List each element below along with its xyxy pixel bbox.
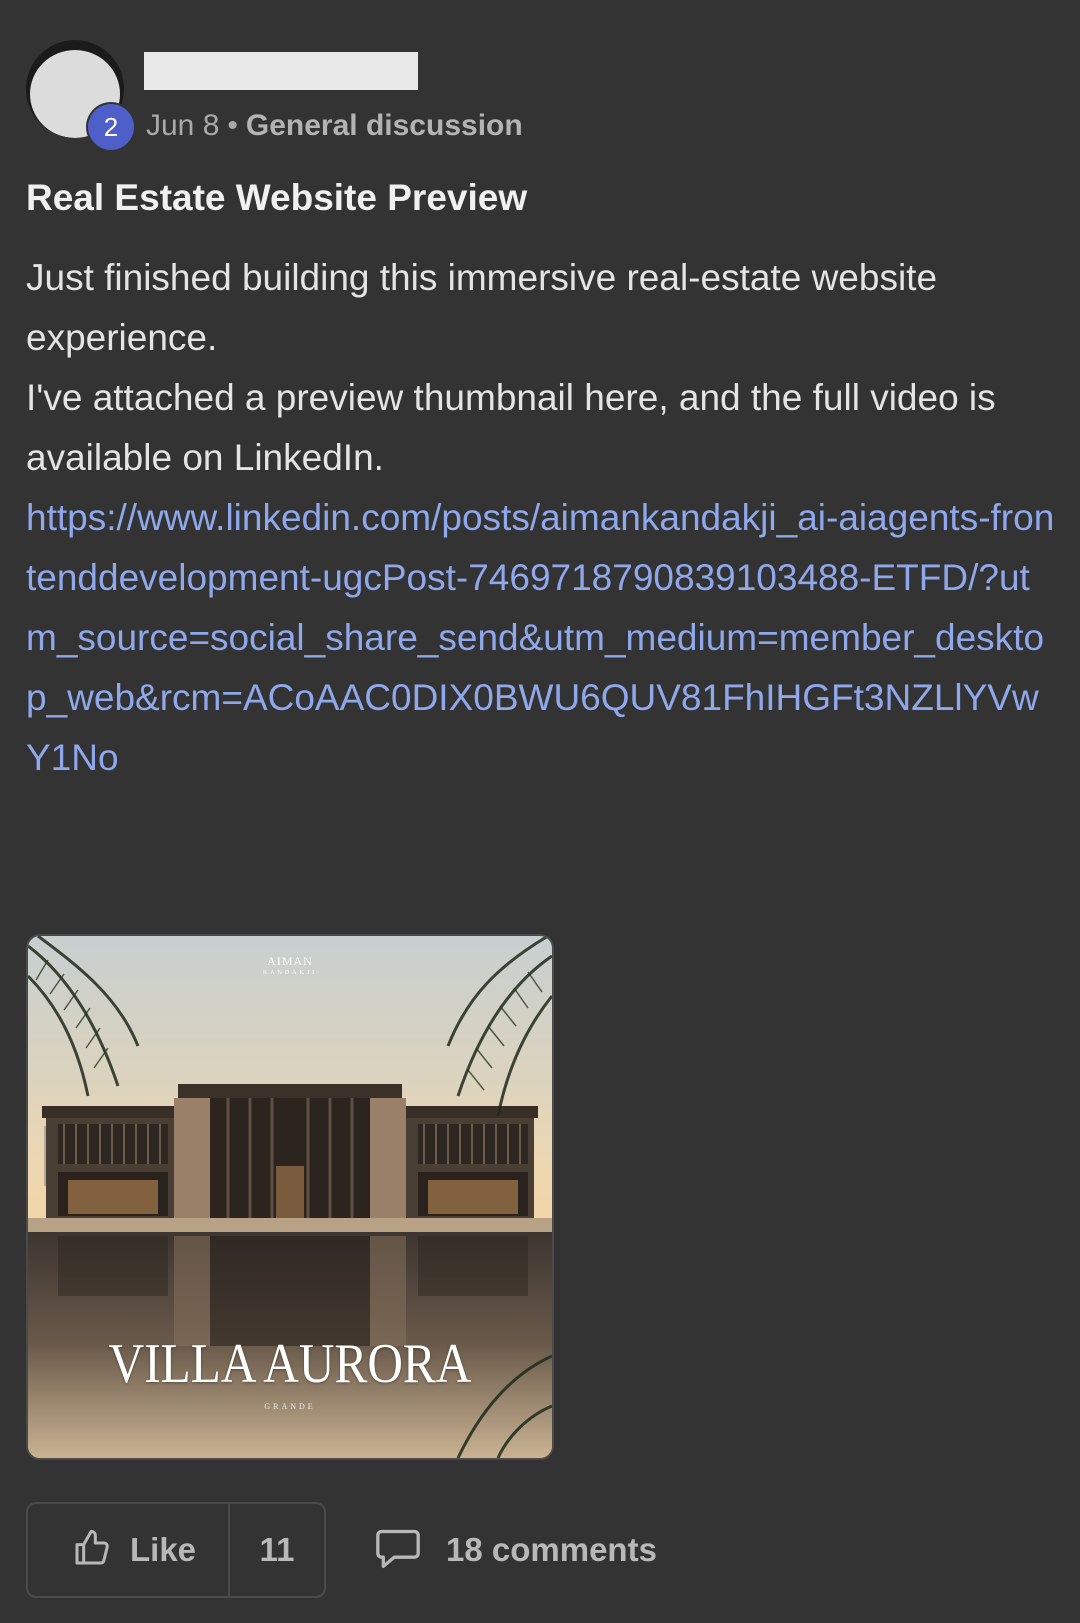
post-date[interactable]: Jun 8 <box>146 109 219 142</box>
post-body-paragraph: Just finished building this immersive re… <box>26 257 938 358</box>
speech-bubble-icon <box>374 1526 422 1575</box>
like-label: Like <box>130 1531 197 1568</box>
post-category[interactable]: General discussion <box>246 109 523 142</box>
post-title[interactable]: Real Estate Website Preview <box>26 174 527 222</box>
thumbnail-brand: AIMAN <box>267 954 313 968</box>
thumbs-up-icon <box>72 1528 112 1573</box>
post-meta: Jun 8 • General discussion <box>146 106 523 146</box>
comments-button[interactable]: 18 comments <box>374 1520 657 1580</box>
thumbnail-subtitle: GRANDE <box>264 1402 316 1411</box>
like-group: Like 11 <box>26 1502 326 1598</box>
like-button[interactable]: Like <box>28 1504 230 1596</box>
author-name-redacted <box>144 52 418 90</box>
linkedin-link[interactable]: https://www.linkedin.com/posts/aimankand… <box>26 488 1056 788</box>
meta-separator: • <box>227 109 238 142</box>
preview-thumbnail[interactable]: AIMAN KANDAKJI VILLA AURORA GRANDE <box>26 934 554 1460</box>
post-body-paragraph: I've attached a preview thumbnail here, … <box>26 377 996 478</box>
like-count[interactable]: 11 <box>230 1504 324 1596</box>
level-badge: 2 <box>88 104 134 150</box>
thumbnail-brand-sub: KANDAKJI <box>262 970 318 976</box>
comments-label: 18 comments <box>446 1531 657 1568</box>
thumbnail-title: VILLA AURORA <box>108 1333 472 1395</box>
post-body: Just finished building this immersive re… <box>26 248 1056 788</box>
